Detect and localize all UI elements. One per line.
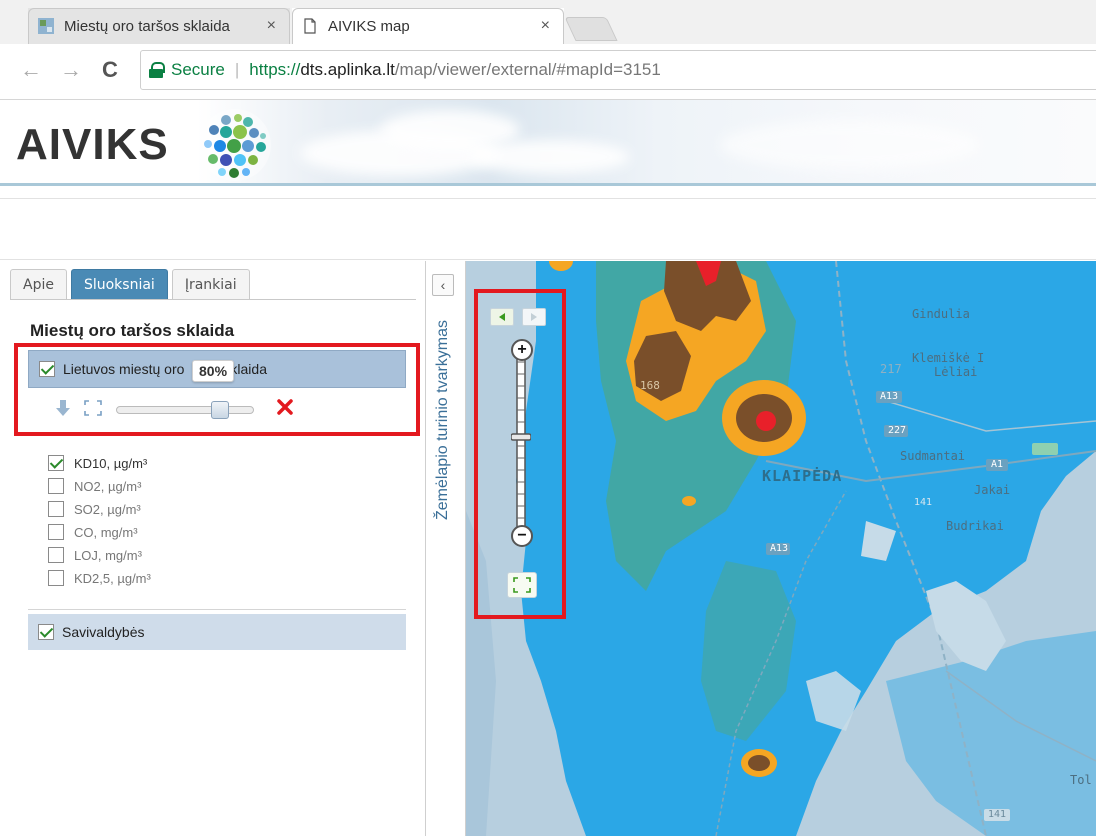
collapse-panel-button[interactable]: ‹ — [432, 274, 454, 296]
sublayer-checkbox[interactable] — [48, 570, 64, 586]
highlight-box-layer — [14, 343, 420, 436]
new-tab-button[interactable] — [564, 17, 618, 41]
browser-tab-2[interactable]: AIVIKS map × — [292, 8, 564, 44]
tab-irankiai[interactable]: Įrankiai — [171, 269, 250, 299]
sublayer-item[interactable]: KD10, µg/m³ — [48, 453, 147, 473]
url-input[interactable]: Secure | https://dts.aplinka.lt/map/view… — [140, 50, 1096, 90]
panel-divider — [28, 609, 406, 610]
app-logo-text[interactable]: AIVIKS — [16, 120, 169, 170]
map-favicon-icon — [38, 18, 54, 34]
page-favicon-icon — [302, 18, 318, 34]
layer-row-municipalities[interactable]: Savivaldybės — [28, 614, 406, 650]
url-separator: | — [234, 60, 240, 79]
browser-tab-1[interactable]: Miestų oro taršos sklaida × — [28, 8, 290, 44]
sublayer-item[interactable]: SO2, µg/m³ — [48, 499, 141, 519]
road-label: A13 — [880, 391, 899, 402]
sidebar-vertical-title[interactable]: Žemėlapio turinio tvarkymas — [434, 295, 452, 545]
sublayer-label: LOJ, mg/m³ — [74, 547, 142, 563]
sublayer-label: KD10, µg/m³ — [74, 455, 148, 471]
place-label: Klemiškė I — [912, 351, 985, 365]
address-bar: ← → C Secure | https://dts.aplinka.lt/ma… — [0, 44, 1096, 100]
url-host: dts.aplinka.lt — [300, 60, 395, 79]
panel-tabs: Apie Sluoksniai Įrankiai — [10, 269, 250, 301]
sublayer-checkbox[interactable] — [48, 501, 64, 517]
lock-icon — [149, 62, 165, 78]
tab-underline — [10, 299, 416, 300]
sublayer-label: SO2, µg/m³ — [74, 501, 141, 517]
browser-tab-bar: Miestų oro taršos sklaida × AIVIKS map × — [0, 0, 1096, 44]
sublayer-item[interactable]: LOJ, mg/m³ — [48, 545, 142, 565]
place-label: Lėliai — [934, 365, 978, 379]
header-cloud — [470, 140, 630, 174]
header-divider — [0, 183, 1096, 186]
sublayer-checkbox[interactable] — [48, 524, 64, 540]
sublayer-label: KD2,5, µg/m³ — [74, 570, 151, 586]
reload-button[interactable]: C — [102, 58, 118, 82]
municipalities-label: Savivaldybės — [62, 624, 145, 640]
tab-close-icon[interactable]: × — [267, 17, 276, 35]
place-label: Sudmantai — [900, 449, 966, 463]
url-scheme: https:// — [249, 60, 301, 79]
road-label: 141 — [914, 497, 933, 508]
sublayer-checkbox[interactable] — [48, 547, 64, 563]
sublayer-label: NO2, µg/m³ — [74, 478, 142, 494]
sublayer-item[interactable]: NO2, µg/m³ — [48, 476, 141, 496]
tab-sluoksniai[interactable]: Sluoksniai — [70, 269, 168, 299]
sublayer-checkbox[interactable] — [48, 455, 64, 471]
road-label: A1 — [991, 459, 1004, 470]
url-path: /map/viewer/external/#mapId=3151 — [394, 60, 661, 79]
highlight-box-zoom — [474, 289, 566, 619]
road-label: 217 — [880, 362, 902, 376]
secure-label: Secure — [171, 60, 225, 79]
forward-button[interactable]: → — [60, 58, 82, 82]
road-label: 141 — [988, 809, 1007, 820]
city-label-klaipeda: KLAIPĖDA — [762, 467, 843, 485]
app-header: AIVIKS — [0, 100, 1096, 184]
toolbar-area — [0, 198, 1096, 260]
road-label: A13 — [770, 543, 789, 554]
sidebar-strip: ‹ Žemėlapio turinio tvarkymas — [426, 261, 466, 836]
place-label: Gindulia — [912, 307, 970, 321]
section-title: Miestų oro taršos sklaida — [30, 321, 235, 340]
tab-title: Miestų oro taršos sklaida — [64, 17, 230, 35]
road-label: 168 — [640, 379, 660, 392]
tab-close-icon[interactable]: × — [541, 17, 550, 35]
place-label: Jakai — [974, 483, 1011, 497]
place-label: Budrikai — [946, 519, 1004, 533]
tab-apie[interactable]: Apie — [10, 269, 67, 299]
sublayer-item[interactable]: KD2,5, µg/m³ — [48, 568, 151, 588]
place-label: Tol — [1070, 773, 1092, 787]
road-label: 227 — [888, 425, 907, 436]
logo-dots-icon — [199, 109, 271, 181]
tab-title: AIVIKS map — [328, 17, 410, 35]
header-cloud — [720, 120, 980, 170]
sublayer-label: CO, mg/m³ — [74, 524, 138, 540]
sublayer-item[interactable]: CO, mg/m³ — [48, 522, 138, 542]
back-button[interactable]: ← — [20, 58, 42, 82]
municipalities-checkbox[interactable] — [38, 624, 54, 640]
sublayer-checkbox[interactable] — [48, 478, 64, 494]
